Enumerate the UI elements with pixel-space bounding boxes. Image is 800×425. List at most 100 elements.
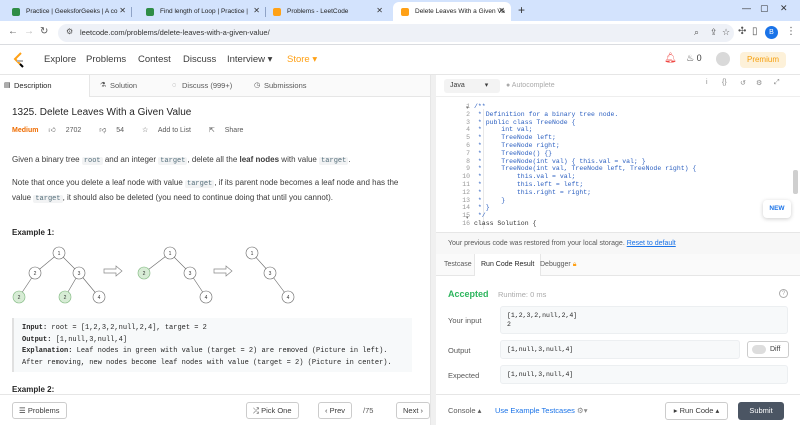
site-info-icon[interactable]: ⚙ bbox=[66, 27, 73, 36]
tab-debugger[interactable]: Debugger 🔒︎ bbox=[534, 254, 582, 276]
close-tab-icon[interactable]: ✕ bbox=[498, 6, 505, 15]
code-line[interactable]: * int val; bbox=[474, 126, 696, 134]
browser-tab-delete-leaves[interactable]: Delete Leaves With a Given Va ✕ bbox=[393, 2, 511, 21]
maximize-icon[interactable]: ▢ bbox=[760, 3, 769, 14]
user-avatar[interactable] bbox=[716, 52, 730, 66]
example-trees-image: 1 2 3 2 2 4 1 2 3 4 1 3 4 bbox=[12, 246, 295, 304]
run-code-button[interactable]: ▸ Run Code ▴ bbox=[665, 402, 728, 420]
reset-to-default-link[interactable]: Reset to default bbox=[627, 240, 676, 247]
autocomplete-toggle[interactable]: ● Autocomplete bbox=[506, 79, 555, 93]
code-line[interactable]: */ bbox=[474, 212, 696, 220]
language-select[interactable]: Java ▾ bbox=[444, 79, 500, 93]
add-to-list-button[interactable]: ☆ Add to List bbox=[142, 127, 199, 134]
bookmark-star-icon[interactable]: ☆ bbox=[722, 27, 730, 38]
toggle-switch[interactable] bbox=[752, 345, 766, 354]
right-arrow-icon bbox=[213, 265, 233, 277]
code-line[interactable]: * } bbox=[474, 204, 696, 212]
code-line[interactable]: * this.val = val; bbox=[474, 173, 696, 181]
code-line[interactable]: * TreeNode(int val) { this.val = val; } bbox=[474, 158, 696, 166]
url-bar[interactable]: ⚙ leetcode.com/problems/delete-leaves-wi… bbox=[58, 24, 734, 42]
line-number: 14 bbox=[462, 204, 470, 212]
back-arrow-icon[interactable]: ← bbox=[8, 26, 18, 37]
url-text[interactable]: leetcode.com/problems/delete-leaves-with… bbox=[80, 28, 270, 37]
new-badge[interactable]: NEW bbox=[763, 200, 791, 218]
fold-arrow-icon[interactable]: ▾ bbox=[466, 105, 469, 111]
tab-discuss[interactable]: ◌ Discuss (999+) bbox=[168, 75, 240, 97]
leetcode-logo-icon[interactable] bbox=[12, 52, 26, 68]
tab-submissions[interactable]: ◷ Submissions bbox=[250, 75, 315, 97]
browser-menu-icon[interactable]: ⋮ bbox=[786, 26, 796, 37]
share-icon[interactable]: ⇪ bbox=[710, 27, 718, 38]
close-tab-icon[interactable]: ✕ bbox=[119, 6, 126, 15]
console-toggle[interactable]: Console ▴ bbox=[448, 406, 481, 415]
diff-toggle[interactable]: Diff bbox=[747, 341, 789, 358]
tab-solution[interactable]: ⚗ Solution bbox=[96, 75, 145, 97]
browser-tab-bar: Practice | GeeksforGeeks | A co ✕ Find l… bbox=[0, 0, 800, 21]
tree-node-label: 3 bbox=[269, 271, 272, 277]
tree-node-label: 2 bbox=[18, 295, 21, 301]
zoom-search-icon[interactable]: ⌕ bbox=[694, 27, 699, 38]
dislike-button[interactable]: 👎︎ 54 bbox=[99, 127, 132, 134]
submit-button[interactable]: Submit bbox=[738, 402, 784, 420]
like-button[interactable]: 👍︎ 2702 bbox=[48, 127, 89, 134]
code-line[interactable]: * TreeNode left; bbox=[474, 134, 696, 142]
prev-button[interactable]: ‹ Prev bbox=[318, 402, 353, 419]
code-line[interactable]: /** bbox=[474, 103, 696, 111]
close-tab-icon[interactable]: ✕ bbox=[376, 6, 383, 15]
line-number: 2 bbox=[466, 110, 470, 118]
code-line[interactable]: * public class TreeNode { bbox=[474, 119, 696, 127]
profile-avatar[interactable]: B bbox=[765, 26, 778, 39]
close-tab-icon[interactable]: ✕ bbox=[253, 6, 260, 15]
code-editor[interactable]: 1 2 3 4 5 6 7 8 9 10 11 12 13 14 15 16 ▾ ▾ /** * Defini… bbox=[436, 97, 800, 232]
tree-node-label: 2 bbox=[34, 271, 37, 277]
tab-run-code-result[interactable]: Run Code Result bbox=[474, 254, 542, 276]
code-line[interactable]: * TreeNode right; bbox=[474, 142, 696, 150]
code-line[interactable]: * } bbox=[474, 197, 696, 205]
code-line[interactable]: * Definition for a binary tree node. bbox=[474, 111, 696, 119]
code-line[interactable]: * this.right = right; bbox=[474, 189, 696, 197]
problems-list-button[interactable]: ☰ Problems bbox=[12, 402, 67, 419]
browser-tab-find-length-loop[interactable]: Find length of Loop | Practice | ✕ bbox=[138, 2, 266, 21]
close-window-icon[interactable]: ✕ bbox=[780, 3, 788, 14]
premium-button[interactable]: Premium bbox=[740, 52, 786, 68]
braces-icon[interactable]: {} bbox=[722, 79, 727, 86]
info-icon[interactable]: i bbox=[706, 79, 708, 86]
line-number: 12 bbox=[462, 188, 470, 196]
code-line[interactable]: * this.left = left; bbox=[474, 181, 696, 189]
side-panel-icon[interactable]: ▯ bbox=[752, 26, 758, 37]
nav-explore[interactable]: Explore bbox=[44, 54, 76, 65]
extensions-puzzle-icon[interactable]: ✣ bbox=[738, 26, 746, 37]
nav-discuss[interactable]: Discuss bbox=[183, 54, 216, 65]
use-example-testcases-link[interactable]: Use Example Testcases ⚙▾ bbox=[495, 406, 588, 415]
gear-icon[interactable]: ⚙ bbox=[577, 406, 584, 415]
fullscreen-icon[interactable]: ⤢ bbox=[774, 79, 780, 87]
notification-bell-icon[interactable]: 🔔︎ bbox=[664, 53, 677, 64]
code-line[interactable]: class Solution { bbox=[474, 220, 696, 228]
reset-icon[interactable]: ↺ bbox=[740, 79, 746, 87]
example-1-heading: Example 1: bbox=[12, 228, 55, 237]
page-scrollbar[interactable] bbox=[793, 170, 798, 194]
fold-arrow-icon[interactable]: ▾ bbox=[466, 215, 469, 221]
code-content[interactable]: /** * Definition for a binary tree node.… bbox=[474, 103, 696, 228]
tab-description[interactable]: ▤ Description bbox=[0, 75, 90, 97]
nav-contest[interactable]: Contest bbox=[138, 54, 171, 65]
reload-icon[interactable]: ↻ bbox=[40, 26, 48, 37]
pick-one-button[interactable]: ⤮ Pick One bbox=[246, 402, 299, 419]
nav-store[interactable]: Store ▾ bbox=[287, 54, 317, 65]
nav-problems[interactable]: Problems bbox=[86, 54, 126, 65]
forward-arrow-icon[interactable]: → bbox=[24, 26, 34, 37]
new-tab-plus-icon[interactable]: + bbox=[518, 3, 525, 17]
code-line[interactable]: * TreeNode() {} bbox=[474, 150, 696, 158]
code-line[interactable]: * TreeNode(int val, TreeNode left, TreeN… bbox=[474, 165, 696, 173]
streak-counter[interactable]: ♨ 0 bbox=[686, 53, 702, 64]
browser-tab-problems-leetcode[interactable]: Problems - LeetCode ✕ bbox=[265, 2, 389, 21]
nav-interview[interactable]: Interview ▾ bbox=[227, 54, 272, 65]
next-button[interactable]: Next › bbox=[396, 402, 430, 419]
minimize-icon[interactable]: — bbox=[742, 3, 751, 13]
share-label: Share bbox=[224, 127, 244, 134]
settings-icon[interactable]: ⚙ bbox=[756, 79, 762, 87]
browser-tab-gfg-practice[interactable]: Practice | GeeksforGeeks | A co ✕ bbox=[4, 2, 132, 21]
help-icon[interactable]: ? bbox=[779, 289, 788, 298]
tab-testcase[interactable]: Testcase bbox=[438, 254, 478, 276]
share-button[interactable]: ⇱ Share bbox=[209, 127, 252, 134]
